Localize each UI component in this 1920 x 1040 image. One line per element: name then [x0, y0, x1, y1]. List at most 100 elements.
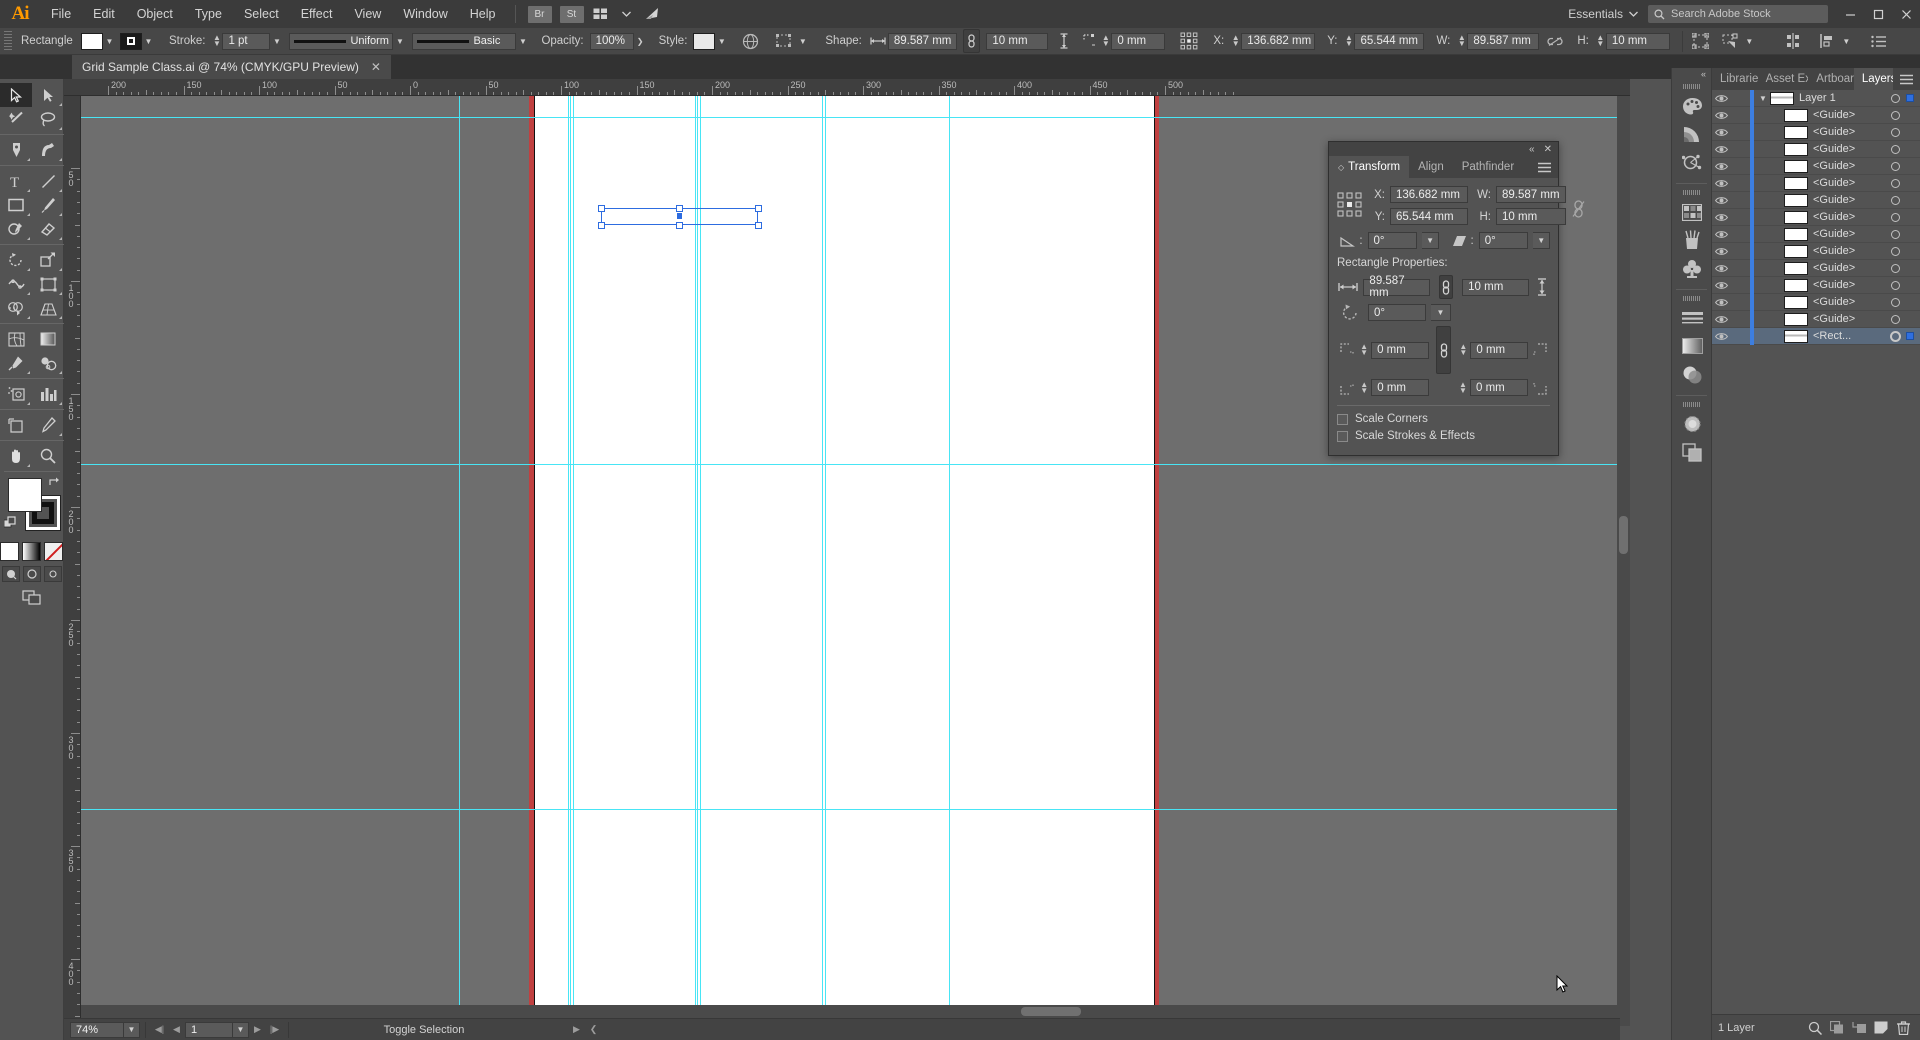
color-fill-button[interactable] — [0, 542, 19, 561]
dock-grip[interactable] — [1682, 84, 1701, 89]
swatches-icon[interactable] — [1672, 198, 1712, 226]
brushes-icon[interactable] — [1672, 226, 1712, 254]
selection-handle-tr[interactable] — [755, 205, 762, 212]
visibility-eye-icon[interactable] — [1712, 247, 1731, 256]
layer-row[interactable]: <Guide> — [1712, 310, 1920, 328]
target-indicator[interactable] — [1891, 314, 1900, 324]
vertical-scroll-thumb[interactable] — [1619, 516, 1628, 554]
layer-name[interactable]: <Guide> — [1813, 279, 1891, 291]
guide-horizontal[interactable] — [81, 809, 1630, 810]
w-input[interactable]: 89.587 mm — [1467, 32, 1540, 50]
workspace-switcher[interactable]: Essentials — [1558, 7, 1648, 21]
target-indicator[interactable] — [1891, 212, 1900, 222]
layer-name[interactable]: <Guide> — [1813, 160, 1891, 172]
stroke-weight-stepper[interactable]: ▲ ▼ — [211, 33, 222, 50]
first-artboard-icon[interactable]: ◀| — [151, 1020, 168, 1040]
shape-width-input[interactable]: 89.587 mm — [887, 32, 958, 50]
graphic-styles-icon[interactable] — [1672, 438, 1712, 466]
checkbox-icon[interactable] — [1337, 413, 1348, 425]
transform-w-input[interactable]: 89.587 mm — [1496, 186, 1566, 203]
h-stepper[interactable]: ▲ ▼ — [1595, 33, 1606, 50]
column-graph-tool[interactable] — [32, 382, 64, 406]
selection-handle-bl[interactable] — [598, 222, 605, 229]
chevron-down-icon[interactable]: ▼ — [142, 33, 155, 50]
gradient-fill-button[interactable] — [22, 542, 41, 561]
selection-handle-bc[interactable] — [676, 222, 683, 229]
type-tool[interactable]: T — [0, 169, 32, 193]
rect-rotation-input[interactable]: 0° — [1368, 304, 1426, 321]
width-tool[interactable] — [0, 272, 32, 296]
shape-builder-tool[interactable] — [0, 296, 32, 320]
artboard-tool[interactable] — [0, 413, 32, 437]
stroke-swatch[interactable] — [120, 32, 142, 50]
distribute-icon[interactable] — [1816, 31, 1840, 51]
shaper-tool[interactable] — [0, 217, 32, 241]
visibility-eye-icon[interactable] — [1712, 179, 1731, 188]
menu-file[interactable]: File — [40, 0, 82, 28]
corner-bl-input[interactable]: 0 mm — [1371, 379, 1430, 396]
guide-vertical[interactable] — [697, 96, 698, 1016]
dock-grip[interactable] — [1682, 190, 1701, 195]
selection-tool[interactable] — [0, 83, 32, 107]
guide-vertical[interactable] — [825, 96, 826, 1016]
guide-vertical[interactable] — [695, 96, 696, 1016]
home-screen-icon[interactable] — [642, 4, 664, 24]
chevron-down-icon[interactable]: ▼ — [715, 33, 728, 50]
horizontal-scroll-thumb[interactable] — [1021, 1007, 1081, 1016]
next-artboard-icon[interactable]: ▶ — [249, 1020, 266, 1040]
corner-tl-input[interactable]: 0 mm — [1371, 341, 1429, 359]
target-indicator[interactable] — [1891, 110, 1900, 120]
chevron-down-icon[interactable]: ▼ — [1840, 33, 1853, 50]
target-indicator[interactable] — [1891, 144, 1900, 154]
transform-h-input[interactable]: 10 mm — [1496, 208, 1566, 225]
guide-vertical[interactable] — [822, 96, 823, 1016]
close-button[interactable] — [1892, 0, 1920, 28]
link-broken-icon[interactable] — [1545, 31, 1565, 51]
shape-height-input[interactable]: 10 mm — [986, 32, 1049, 50]
layer-name[interactable]: <Guide> — [1813, 211, 1891, 223]
tab-pathfinder[interactable]: Pathfinder — [1453, 156, 1523, 178]
chevron-down-icon[interactable]: ▼ — [1431, 304, 1451, 321]
dock-grip[interactable] — [1682, 296, 1701, 301]
previous-artboard-icon[interactable]: ◀ — [168, 1020, 185, 1040]
checkbox-icon[interactable] — [1337, 430, 1348, 442]
selection-color-square[interactable] — [1906, 94, 1914, 102]
layer-row[interactable]: <Guide> — [1712, 157, 1920, 175]
artboard-number-input[interactable]: 1 — [185, 1021, 233, 1038]
guide-horizontal[interactable] — [81, 117, 1630, 118]
minimize-button[interactable] — [1836, 0, 1864, 28]
default-fill-stroke-icon[interactable] — [3, 516, 18, 533]
layer-name[interactable]: <Guide> — [1813, 245, 1891, 257]
fill-control[interactable]: ▼ — [81, 32, 116, 50]
opacity-input[interactable]: 100% — [589, 32, 634, 50]
target-indicator[interactable] — [1891, 263, 1900, 273]
target-indicator[interactable] — [1891, 127, 1900, 137]
lasso-tool[interactable] — [32, 107, 64, 131]
visibility-eye-icon[interactable] — [1712, 230, 1731, 239]
transform-y-input[interactable]: 65.544 mm — [1390, 208, 1468, 225]
document-setup-icon[interactable] — [1867, 31, 1891, 51]
gradient-panel-icon[interactable] — [1672, 332, 1712, 360]
constrain-wh-toggle[interactable] — [1572, 200, 1585, 221]
chevron-down-icon[interactable]: ▼ — [796, 33, 809, 50]
vertical-ruler[interactable]: 5 0 1 0 0 1 5 0 2 0 0 2 5 0 3 0 0 3 5 0 4 0 0 — [64, 96, 81, 1026]
dock-grip[interactable] — [1682, 402, 1701, 407]
layer-row[interactable]: <Guide> — [1712, 123, 1920, 141]
align-panel-icon[interactable] — [1782, 31, 1806, 51]
appearance-icon[interactable] — [1672, 410, 1712, 438]
chevron-down-icon[interactable]: ▼ — [1533, 232, 1550, 249]
transform-panel-titlebar[interactable]: « ✕ — [1329, 142, 1558, 156]
tab-libraries[interactable]: Libraries — [1712, 68, 1758, 90]
paintbrush-tool[interactable] — [32, 193, 64, 217]
layer-row[interactable]: <Guide> — [1712, 191, 1920, 209]
transform-proxy-icon[interactable] — [772, 31, 796, 51]
visibility-eye-icon[interactable] — [1712, 145, 1731, 154]
visibility-eye-icon[interactable] — [1712, 332, 1731, 341]
tab-asset-export[interactable]: Asset Exp — [1758, 68, 1809, 90]
guide-vertical[interactable] — [573, 96, 574, 1016]
draw-behind-button[interactable] — [22, 566, 41, 582]
curvature-tool[interactable] — [32, 138, 64, 162]
draw-inside-button[interactable] — [43, 566, 62, 582]
menu-view[interactable]: View — [343, 0, 392, 28]
chevron-down-icon[interactable]: ▼ — [1422, 232, 1439, 249]
